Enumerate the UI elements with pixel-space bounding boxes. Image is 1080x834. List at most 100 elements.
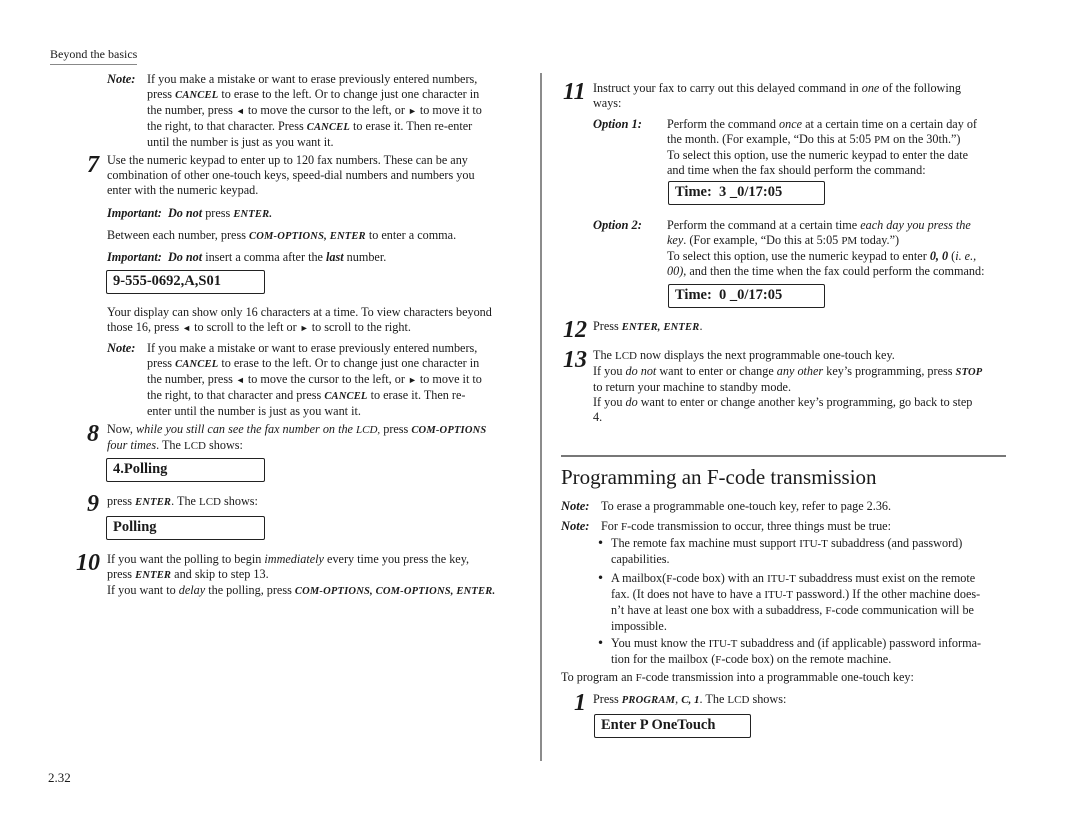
step-13-text: The LCD now displays the next programmab… bbox=[593, 348, 1013, 425]
left-arrow-icon: ◄ bbox=[182, 323, 192, 333]
text-line: The LCD now displays the next programmab… bbox=[593, 348, 895, 362]
text-line: Now, while you still can see the fax num… bbox=[107, 422, 487, 436]
enter-key: ENTER. bbox=[233, 209, 273, 220]
note-line: the right, to that character. Press CANC… bbox=[147, 119, 473, 133]
text-line: Perform the command once at a certain ti… bbox=[667, 117, 977, 131]
cancel-key: CANCEL bbox=[324, 391, 368, 402]
lcd-display: 4.Polling bbox=[106, 458, 265, 482]
important-note: Important: Do not insert a comma after t… bbox=[107, 250, 387, 264]
note-line: If you make a mistake or want to erase p… bbox=[147, 341, 478, 355]
text-line: 4. bbox=[593, 410, 603, 424]
step-number: 7 bbox=[87, 152, 99, 178]
note-line: the number, press ◄ to move the cursor t… bbox=[147, 372, 482, 386]
lcd-display: Time: 3 _0/17:05 bbox=[668, 181, 825, 205]
com-options-enter-keys: COM-OPTIONS, ENTER bbox=[248, 231, 366, 242]
left-arrow-icon: ◄ bbox=[235, 106, 245, 116]
text-line: n’t have at least one box with a subaddr… bbox=[611, 603, 974, 617]
note-text: For F-code transmission to occur, three … bbox=[601, 519, 891, 533]
cancel-key: CANCEL bbox=[175, 90, 219, 101]
step-number: 8 bbox=[87, 421, 99, 447]
text-line: and time when the fax should perform the… bbox=[667, 163, 926, 177]
text-line: enter with the numeric keypad. bbox=[107, 183, 259, 197]
step-8-text: Now, while you still can see the fax num… bbox=[107, 422, 527, 454]
note-text: If you make a mistake or want to erase p… bbox=[147, 72, 522, 150]
page-number: 2.32 bbox=[48, 770, 71, 785]
step-number: 12 bbox=[563, 317, 587, 343]
text-line: If you do not want to enter or change an… bbox=[593, 364, 983, 378]
text-line: To select this option, use the numeric k… bbox=[667, 148, 969, 162]
emphasis: Do not bbox=[167, 250, 203, 264]
lcd-display: Time: 0 _0/17:05 bbox=[668, 284, 825, 308]
text-line: the month. (For example, “Do this at 5:0… bbox=[667, 132, 961, 146]
important-note: Important: Do not press ENTER. bbox=[107, 206, 272, 222]
text-line: four times. The LCD shows: bbox=[107, 438, 243, 452]
bullet-item: A mailbox(F-code box) with an ITU-T suba… bbox=[611, 571, 1011, 634]
step-number: 1 bbox=[574, 690, 586, 716]
option-label: Option 1: bbox=[593, 117, 642, 131]
right-arrow-icon: ► bbox=[299, 323, 309, 333]
text-line: capabilities. bbox=[611, 552, 670, 566]
step-number: 13 bbox=[563, 347, 587, 373]
right-arrow-icon: ► bbox=[407, 375, 417, 385]
program-instruction: To program an F-code transmission into a… bbox=[561, 670, 914, 684]
column-divider bbox=[540, 73, 542, 761]
note-label: Note: bbox=[561, 499, 590, 513]
text-line: key. (For example, “Do this at 5:05 PM t… bbox=[667, 233, 900, 247]
step-12-text: Press ENTER, ENTER. bbox=[593, 319, 703, 333]
left-arrow-icon: ◄ bbox=[235, 375, 245, 385]
text-line: combination of other one-touch keys, spe… bbox=[107, 168, 475, 182]
text-line: You must know the ITU-T subaddress and (… bbox=[611, 636, 982, 650]
step-9-text: press ENTER. The LCD shows: bbox=[107, 494, 258, 508]
step-number: 11 bbox=[563, 79, 586, 105]
running-head: Beyond the basics bbox=[50, 47, 138, 65]
lcd-display: 9-555-0692,A,S01 bbox=[106, 270, 265, 294]
enter-key: ENTER bbox=[135, 497, 172, 508]
note-line: until the number is just as you want it. bbox=[147, 135, 334, 149]
text-line: Instruct your fax to carry out this dela… bbox=[593, 81, 961, 95]
manual-page: Beyond the basics Note: If you make a mi… bbox=[0, 0, 1080, 834]
emphasis: last bbox=[326, 250, 344, 264]
display-info: Your display can show only 16 characters… bbox=[107, 305, 532, 336]
section-heading: Programming an F-code transmission bbox=[561, 465, 877, 489]
stop-key: STOP bbox=[955, 367, 983, 378]
enter-key: ENTER bbox=[135, 570, 172, 581]
text-line: impossible. bbox=[611, 619, 667, 633]
text-line: If you do want to enter or change anothe… bbox=[593, 395, 973, 409]
note-line: press CANCEL to erase to the left. Or to… bbox=[147, 356, 480, 370]
bullet-item: The remote fax machine must support ITU-… bbox=[611, 536, 1011, 567]
text-line: to return your machine to standby mode. bbox=[593, 380, 791, 394]
text: press bbox=[202, 206, 234, 220]
bullet-item: You must know the ITU-T subaddress and (… bbox=[611, 636, 1011, 668]
note-text: To erase a programmable one-touch key, r… bbox=[601, 499, 892, 513]
note-line: the right, to that character and press C… bbox=[147, 388, 466, 402]
text-line: fax. (It does not have to have a ITU-T p… bbox=[611, 587, 981, 601]
important-label: Important: bbox=[107, 250, 162, 264]
note-text: If you make a mistake or want to erase p… bbox=[147, 341, 522, 419]
text-line: Your display can show only 16 characters… bbox=[107, 305, 492, 319]
lcd-display: Polling bbox=[106, 516, 265, 540]
cancel-key: CANCEL bbox=[306, 122, 350, 133]
cancel-key: CANCEL bbox=[175, 359, 219, 370]
option-2-text: Perform the command at a certain time ea… bbox=[667, 218, 1012, 279]
keys: C, 1 bbox=[681, 694, 700, 706]
bullet-icon: • bbox=[597, 571, 605, 585]
bullet-icon: • bbox=[597, 536, 605, 550]
text-line: If you want the polling to begin immedia… bbox=[107, 552, 470, 566]
text-line: To select this option, use the numeric k… bbox=[667, 249, 977, 263]
step-number: 9 bbox=[87, 491, 99, 517]
text-line: tion for the mailbox (F-code box) on the… bbox=[611, 652, 892, 666]
com-options-key: COM-OPTIONS bbox=[411, 425, 487, 436]
step-10-text: If you want the polling to begin immedia… bbox=[107, 552, 532, 599]
text-line: ways: bbox=[593, 96, 622, 110]
step-number: 10 bbox=[76, 550, 100, 576]
note-label: Note: bbox=[107, 341, 136, 355]
note-line: the number, press ◄ to move the cursor t… bbox=[147, 103, 482, 117]
section-rule bbox=[561, 455, 1006, 457]
note-line: If you make a mistake or want to erase p… bbox=[147, 72, 478, 86]
text-line: press ENTER and skip to step 13. bbox=[107, 567, 269, 581]
com-options-enter-keys: COM-OPTIONS, COM-OPTIONS, ENTER. bbox=[294, 586, 496, 597]
step-11-text: Instruct your fax to carry out this dela… bbox=[593, 81, 1013, 111]
text-line: 00), and then the time when the fax coul… bbox=[667, 264, 985, 278]
text-line: Perform the command at a certain time ea… bbox=[667, 218, 971, 232]
bullet-icon: • bbox=[597, 636, 605, 650]
